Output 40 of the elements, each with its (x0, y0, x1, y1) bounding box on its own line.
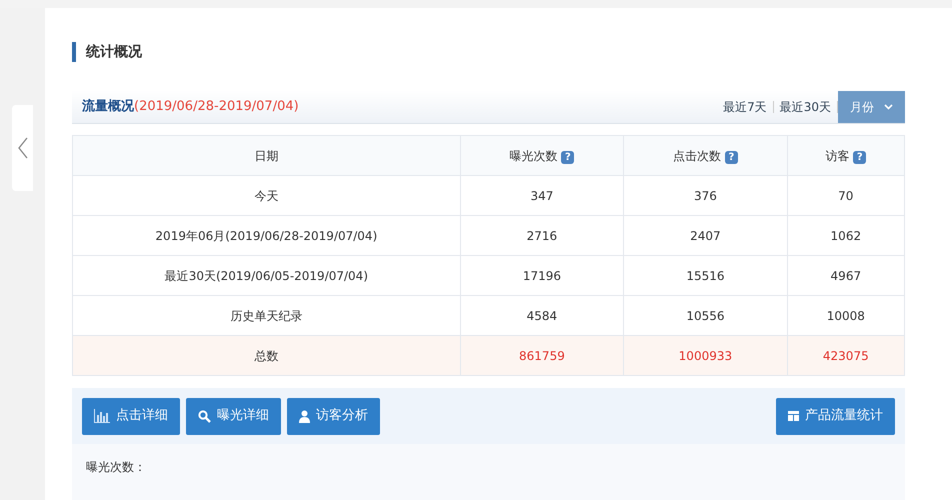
caret-icon (884, 104, 893, 110)
table-cell: 今天 (72, 176, 460, 216)
detail-label: 曝光次数： (86, 460, 146, 474)
table-cell: 347 (460, 176, 624, 216)
table-cell: 376 (624, 176, 788, 216)
table-icon (788, 411, 799, 421)
month-dropdown[interactable]: 月份 (838, 90, 905, 122)
toolbar-button[interactable]: 产品流量统计 (776, 398, 895, 434)
range-link[interactable]: 最近7天 (717, 98, 773, 116)
help-icon[interactable]: ? (853, 150, 866, 164)
table-cell: 15516 (624, 256, 788, 296)
table-cell: 2019年06月(2019/06/28-2019/07/04) (72, 216, 460, 256)
user-icon (299, 410, 310, 422)
table-cell: 70 (787, 176, 904, 216)
section-title: 统计概况 (72, 42, 142, 62)
toolbar-button[interactable]: 曝光详细 (186, 398, 281, 434)
table-cell: 总数 (72, 336, 460, 376)
table-cell: 2716 (460, 216, 624, 256)
collapse-tab[interactable] (12, 105, 33, 191)
range-link[interactable]: 最近30天 (774, 98, 837, 116)
column-header: 点击次数 ? (624, 136, 788, 176)
table-cell: 最近30天(2019/06/05-2019/07/04) (72, 256, 460, 296)
table-cell: 17196 (460, 256, 624, 296)
toolbar-button[interactable]: 访客分析 (287, 398, 380, 434)
toolbar-button[interactable]: 点击详细 (82, 398, 180, 434)
table-cell: 4967 (787, 256, 904, 296)
table-cell: 1062 (787, 216, 904, 256)
table-cell: 861759 (460, 336, 624, 376)
chevron-left-icon (18, 137, 28, 159)
help-icon[interactable]: ? (561, 150, 574, 164)
help-icon[interactable]: ? (724, 150, 738, 164)
column-header: 日期 (72, 136, 460, 176)
column-header: 曝光次数 ? (460, 136, 624, 176)
search-icon (198, 410, 211, 422)
table-cell: 2407 (624, 216, 788, 256)
table-cell: 1000933 (624, 336, 788, 376)
column-header: 访客 ? (787, 136, 904, 176)
bar-chart-icon (94, 409, 110, 423)
panel-title: 流量概况(2019/06/28-2019/07/04) (82, 98, 299, 116)
table-cell: 423075 (787, 336, 904, 376)
